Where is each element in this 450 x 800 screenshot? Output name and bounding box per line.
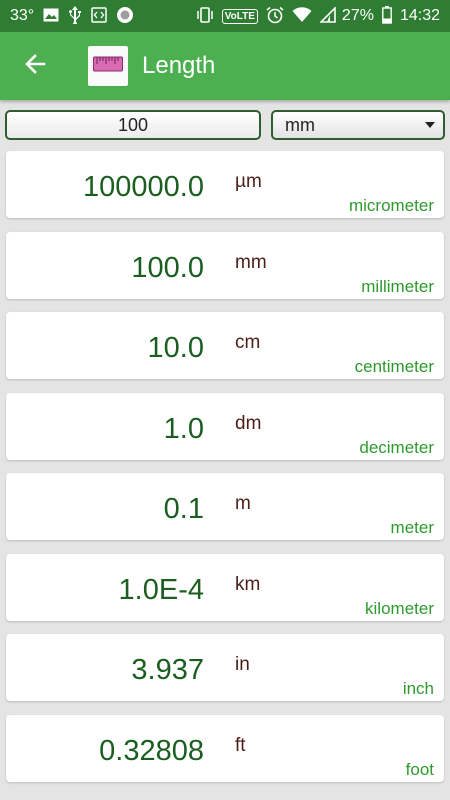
result-symbol: m	[235, 493, 251, 514]
code-notification-icon	[91, 6, 107, 26]
result-card-inch[interactable]: 3.937 in inch	[6, 634, 444, 701]
result-symbol: ft	[235, 734, 246, 756]
clock-time: 14:32	[399, 7, 440, 24]
result-symbol: µm	[235, 171, 262, 192]
value-input[interactable]	[5, 110, 261, 140]
app-bar: Length	[0, 32, 450, 100]
result-card-foot[interactable]: 0.32808 ft foot	[6, 714, 444, 782]
results-list: 100000.0 µm micrometer 100.0 mm millimet…	[6, 151, 444, 795]
usb-icon	[68, 5, 82, 27]
result-unit-name: inch	[402, 679, 434, 698]
result-card-micrometer[interactable]: 100000.0 µm micrometer	[6, 151, 444, 218]
record-icon	[116, 6, 134, 27]
arrow-back-icon	[24, 53, 46, 80]
vibrate-icon	[196, 6, 214, 26]
result-card-millimeter[interactable]: 100.0 mm millimeter	[6, 231, 444, 299]
result-unit-name: centimeter	[354, 357, 434, 376]
battery-percentage: 27%	[341, 7, 374, 24]
weather-temperature: 33°	[10, 7, 35, 24]
image-notification-icon	[43, 8, 59, 25]
app-logo	[88, 46, 128, 86]
status-bar-left: 33°	[10, 5, 134, 27]
result-symbol: mm	[235, 251, 267, 273]
result-symbol: km	[235, 573, 261, 595]
result-value: 1.0	[163, 412, 204, 445]
wifi-icon	[292, 6, 312, 26]
result-value: 100.0	[131, 251, 204, 284]
status-bar: 33° VoLTE 27% 14:32	[0, 0, 450, 32]
result-value: 100000.0	[83, 171, 204, 203]
result-unit-name: foot	[405, 759, 434, 779]
dropdown-arrow-icon	[425, 122, 435, 128]
unit-dropdown-value: mm	[285, 114, 315, 135]
converter-input-row: mm	[5, 110, 445, 144]
page-title: Length	[142, 52, 216, 79]
result-unit-name: micrometer	[348, 196, 434, 215]
result-unit-name: meter	[390, 518, 434, 537]
back-button[interactable]	[20, 51, 50, 81]
result-value: 3.937	[131, 654, 204, 686]
battery-icon	[382, 5, 392, 27]
status-bar-right: VoLTE 27% 14:32	[188, 5, 440, 27]
result-value: 10.0	[147, 332, 204, 364]
result-unit-name: millimeter	[361, 276, 434, 296]
unit-dropdown[interactable]: mm	[271, 110, 445, 140]
result-card-centimeter[interactable]: 10.0 cm centimeter	[6, 312, 444, 379]
result-unit-name: kilometer	[365, 598, 434, 618]
signal-icon	[318, 5, 336, 26]
ruler-icon	[93, 55, 123, 78]
alarm-icon	[266, 6, 284, 27]
volte-badge: VoLTE	[221, 8, 258, 24]
result-value: 0.32808	[99, 734, 204, 767]
result-card-kilometer[interactable]: 1.0E-4 km kilometer	[6, 553, 444, 621]
result-symbol: in	[235, 654, 250, 675]
result-symbol: cm	[235, 332, 261, 353]
result-symbol: dm	[235, 412, 262, 434]
result-card-meter[interactable]: 0.1 m meter	[6, 473, 444, 540]
result-value: 0.1	[163, 493, 204, 525]
result-unit-name: decimeter	[359, 437, 434, 457]
result-card-decimeter[interactable]: 1.0 dm decimeter	[6, 392, 444, 460]
result-value: 1.0E-4	[118, 573, 204, 606]
